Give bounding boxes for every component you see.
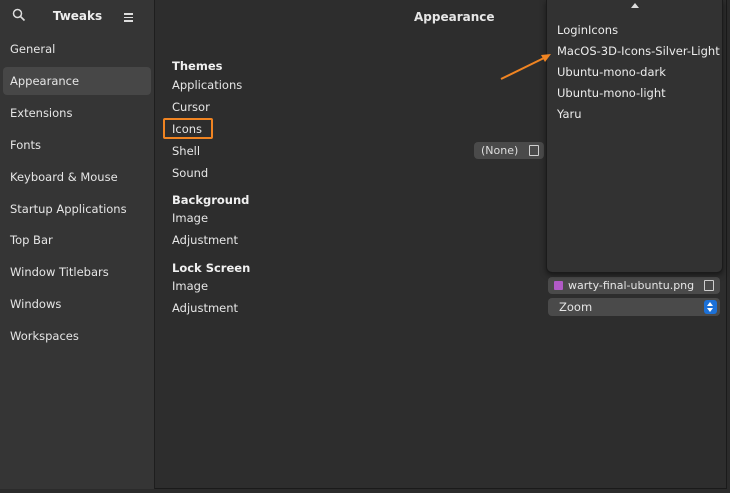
combo-arrows-icon: [704, 300, 717, 314]
section-lock-screen-heading: Lock Screen: [172, 261, 251, 275]
sidebar-item-workspaces[interactable]: Workspaces: [3, 322, 151, 350]
hamburger-icon: [124, 13, 133, 15]
sidebar-item-top-bar[interactable]: Top Bar: [3, 226, 151, 254]
row-lock-adjustment-label: Adjustment: [172, 301, 239, 315]
page-title: Appearance: [414, 10, 495, 24]
sidebar-item-startup-applications[interactable]: Startup Applications: [3, 195, 151, 223]
section-background-heading: Background: [172, 193, 250, 207]
popover-option-yaru[interactable]: Yaru: [557, 107, 582, 121]
sidebar-item-extensions[interactable]: Extensions: [3, 99, 151, 127]
lock-screen-image-value: warty-final-ubuntu.png: [568, 279, 695, 292]
file-icon: [529, 145, 539, 156]
row-lock-image-label: Image: [172, 279, 209, 293]
sidebar-item-window-titlebars[interactable]: Window Titlebars: [3, 258, 151, 286]
sidebar-header: Tweaks: [0, 0, 155, 33]
sidebar-item-keyboard-mouse[interactable]: Keyboard & Mouse: [3, 163, 151, 191]
row-applications-label: Applications: [172, 78, 243, 92]
image-file-icon: [554, 281, 563, 290]
lock-screen-adjustment-value: Zoom: [559, 300, 593, 314]
tweaks-window: Tweaks General Appearance Extensions Fon…: [0, 0, 727, 489]
popover-option-ubuntu-mono-light[interactable]: Ubuntu-mono-light: [557, 86, 666, 100]
sidebar: Tweaks General Appearance Extensions Fon…: [0, 0, 155, 489]
shell-theme-value: (None): [481, 144, 519, 157]
lock-screen-image-button[interactable]: warty-final-ubuntu.png: [548, 277, 720, 294]
sidebar-item-general[interactable]: General: [3, 35, 151, 63]
sidebar-item-windows[interactable]: Windows: [3, 290, 151, 318]
row-background-adjustment-label: Adjustment: [172, 233, 239, 247]
popover-option-macos-3d-icons[interactable]: MacOS-3D-Icons-Silver-Light: [557, 44, 720, 58]
sidebar-item-fonts[interactable]: Fonts: [3, 131, 151, 159]
row-shell-label: Shell: [172, 144, 201, 158]
row-cursor-label: Cursor: [172, 100, 210, 114]
icon-theme-popover: LoginIcons MacOS-3D-Icons-Silver-Light U…: [546, 0, 723, 273]
hamburger-menu-button[interactable]: [120, 8, 138, 26]
file-icon: [704, 280, 714, 291]
icons-highlight-annotation: [163, 118, 213, 139]
popover-option-loginicons[interactable]: LoginIcons: [557, 23, 618, 37]
row-background-image-label: Image: [172, 211, 209, 225]
popover-option-ubuntu-mono-dark[interactable]: Ubuntu-mono-dark: [557, 65, 666, 79]
section-themes-heading: Themes: [172, 59, 223, 73]
scroll-up-arrow-icon[interactable]: [631, 3, 639, 8]
lock-screen-adjustment-combo[interactable]: Zoom: [548, 298, 720, 316]
sidebar-item-appearance[interactable]: Appearance: [3, 67, 151, 95]
shell-theme-button[interactable]: (None): [474, 142, 544, 159]
row-sound-label: Sound: [172, 166, 209, 180]
